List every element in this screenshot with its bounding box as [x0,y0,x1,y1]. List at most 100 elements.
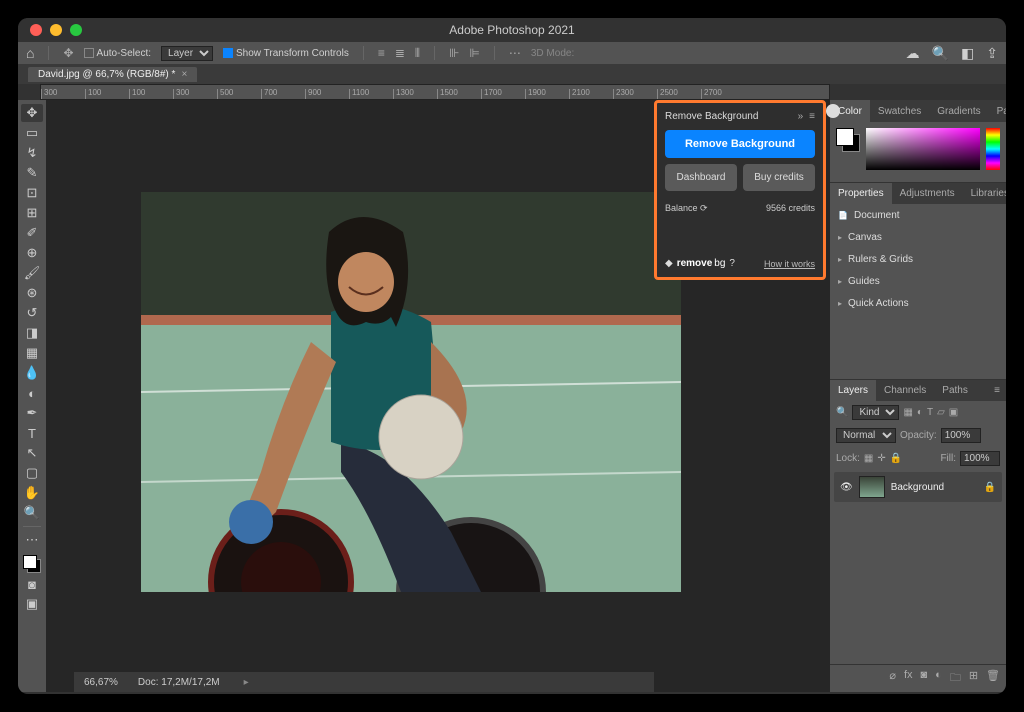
eyedropper-tool[interactable]: ✐ [21,224,43,242]
tab-properties[interactable]: Properties [830,183,892,204]
show-transform-toggle[interactable]: Show Transform Controls [223,48,349,59]
minimize-icon[interactable] [50,24,62,36]
zoom-tool[interactable]: 🔍 [21,504,43,522]
link-icon[interactable]: ⌀ [889,669,896,688]
close-tab-icon[interactable]: × [181,69,187,80]
delete-icon[interactable]: 🗑 [986,669,1000,688]
tab-channels[interactable]: Channels [876,380,934,401]
tab-layers[interactable]: Layers [830,380,876,401]
gradient-tool[interactable]: ▦ [21,344,43,362]
props-guides[interactable]: Guides [830,270,1006,292]
document-tab[interactable]: David.jpg @ 66,7% (RGB/8#) * × [28,67,197,82]
color-field[interactable] [866,128,980,170]
remove-background-button[interactable]: Remove Background [665,130,815,158]
history-brush-tool[interactable]: ↺ [21,304,43,322]
hand-tool[interactable]: ✋ [21,484,43,502]
edit-toolbar-icon[interactable]: ⋯ [21,531,43,549]
path-tool[interactable]: ↖ [21,444,43,462]
app-window: Adobe Photoshop 2021 ⌂ ✥ Auto-Select: La… [18,18,1006,694]
tab-patterns[interactable]: Patterns [989,100,1006,122]
dodge-tool[interactable]: ◐ [21,384,43,402]
marquee-tool[interactable]: ▭ [21,124,43,142]
filter-adjust-icon[interactable]: ◐ [917,407,923,418]
new-layer-icon[interactable]: ⊞ [969,669,978,688]
props-rulers[interactable]: Rulers & Grids [830,248,1006,270]
tab-libraries[interactable]: Libraries [963,183,1006,204]
layer-filter-icon[interactable]: 🔍 [836,407,848,418]
brush-tool[interactable]: 🖌 [21,264,43,282]
align-icon[interactable]: ≡ [378,46,385,60]
close-icon[interactable] [30,24,42,36]
search-icon[interactable]: 🔍 [932,45,949,62]
tab-paths[interactable]: Paths [934,380,976,401]
zoom-level[interactable]: 66,67% [84,677,118,688]
color-panel-tabs: Color Swatches Gradients Patterns ≡ [830,100,1006,122]
collapse-icon[interactable]: » [798,111,804,122]
fg-bg-swatch[interactable] [836,128,860,176]
layer-thumbnail[interactable] [859,476,885,498]
shape-tool[interactable]: ▢ [21,464,43,482]
how-it-works-link[interactable]: How it works [764,259,815,269]
align-icon-2[interactable]: ≣ [395,46,405,60]
align-icon-3[interactable]: ⫴ [415,46,420,61]
opacity-input[interactable] [941,428,981,443]
fill-input[interactable] [960,451,1000,466]
adjustment-icon[interactable]: ◐ [935,669,942,688]
auto-select-dropdown[interactable]: Layer [161,46,213,61]
tab-swatches[interactable]: Swatches [870,100,929,122]
crop-tool[interactable]: ⊡ [21,184,43,202]
clone-tool[interactable]: ⊛ [21,284,43,302]
panel-menu-icon[interactable]: ≡ [988,380,1006,401]
document-image[interactable] [141,192,681,592]
filter-pixel-icon[interactable]: ▦ [903,407,912,418]
help-icon[interactable]: ? [729,258,735,269]
frame-tool[interactable]: ⊞ [21,204,43,222]
dashboard-button[interactable]: Dashboard [665,164,737,191]
move-tool-icon[interactable]: ✥ [63,46,73,60]
fx-icon[interactable]: fx [904,669,913,688]
eraser-tool[interactable]: ◨ [21,324,43,342]
distribute-icon[interactable]: ⊪ [449,46,459,60]
healing-tool[interactable]: ⊕ [21,244,43,262]
move-tool[interactable]: ✥ [21,104,43,122]
lock-all-icon[interactable]: 🔒 [890,453,902,464]
refresh-icon[interactable]: ⟳ [700,203,708,213]
search-icon[interactable]: ☁ [906,45,920,62]
home-icon[interactable]: ⌂ [26,45,34,61]
lock-pixels-icon[interactable]: ▦ [864,453,873,464]
pen-tool[interactable]: ✒ [21,404,43,422]
type-tool[interactable]: T [21,424,43,442]
lock-icon[interactable]: 🔒 [984,482,996,493]
lasso-tool[interactable]: ↯ [21,144,43,162]
workspace-icon[interactable]: ◧ [961,45,974,62]
panel-menu-icon[interactable]: ≡ [809,111,815,122]
layer-row[interactable]: 👁 Background 🔒 [834,472,1002,502]
blend-mode-dropdown[interactable]: Normal [836,428,896,443]
filter-shape-icon[interactable]: ▱ [937,407,945,418]
quickmask-icon[interactable]: ◙ [21,575,43,593]
more-icon[interactable]: ⋯ [509,46,521,60]
blur-tool[interactable]: 💧 [21,364,43,382]
chevron-right-icon[interactable]: ▸ [244,677,249,688]
maximize-icon[interactable] [70,24,82,36]
filter-type-icon[interactable]: T [927,407,933,418]
tab-gradients[interactable]: Gradients [929,100,988,122]
group-icon[interactable]: 🗀 [950,669,961,688]
mask-icon[interactable]: ◙ [921,669,928,688]
tab-adjustments[interactable]: Adjustments [892,183,963,204]
color-swatch[interactable] [23,555,41,573]
hue-strip[interactable] [986,128,1000,170]
quick-select-tool[interactable]: ✎ [21,164,43,182]
lock-position-icon[interactable]: ✛ [877,453,885,464]
plugin-dock-icon[interactable] [826,104,840,118]
distribute-icon-2[interactable]: ⊫ [469,46,479,60]
layer-filter-dropdown[interactable]: Kind [852,405,899,420]
share-icon[interactable]: ⇪ [986,45,998,62]
buy-credits-button[interactable]: Buy credits [743,164,815,191]
screenmode-icon[interactable]: ▣ [21,595,43,613]
auto-select-toggle[interactable]: Auto-Select: [84,48,151,59]
visibility-icon[interactable]: 👁 [840,482,853,493]
props-quickactions[interactable]: Quick Actions [830,292,1006,314]
filter-smart-icon[interactable]: ▣ [949,407,958,418]
props-canvas[interactable]: Canvas [830,226,1006,248]
